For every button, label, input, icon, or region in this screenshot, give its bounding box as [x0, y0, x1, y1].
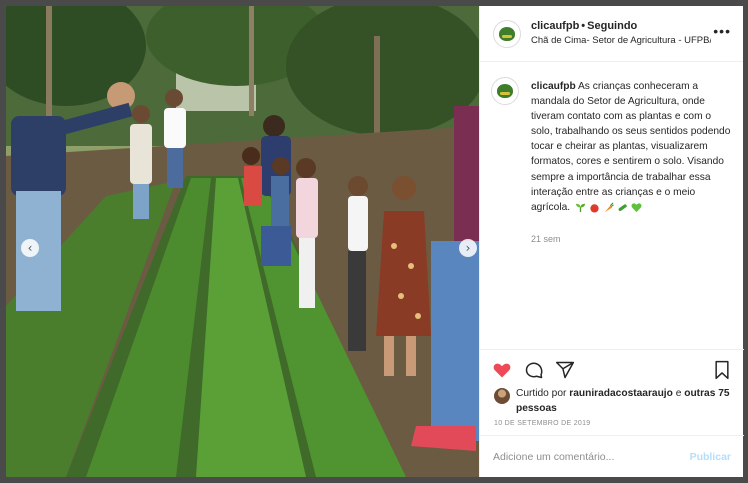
tomato-emoji	[590, 203, 599, 213]
post-panel: clicaufpb • Seguindo Chã de Cima- Setor de…	[479, 6, 744, 477]
caption-emojis	[575, 202, 642, 213]
post-date: 10 DE SETEMBRO DE 2019	[494, 420, 591, 427]
chevron-right-icon[interactable]: ›	[459, 239, 477, 257]
follow-status[interactable]: Seguindo	[587, 20, 637, 32]
more-dots-icon[interactable]: •••	[713, 24, 731, 38]
share-icon[interactable]	[555, 360, 575, 380]
liked-by-user[interactable]: raunirаdаcostааrаujo	[569, 388, 673, 399]
caption-username[interactable]: clicaufpb	[531, 81, 576, 92]
username-link[interactable]: clicaufpb	[531, 20, 579, 32]
post-photo[interactable]: ‹ ›	[6, 6, 479, 477]
header-username-row: clicaufpb • Seguindo	[531, 20, 638, 32]
carrot-emoji	[604, 202, 614, 212]
seedling-emoji	[575, 203, 586, 212]
garden-children-photo	[6, 6, 479, 477]
heart-icon[interactable]	[492, 360, 512, 380]
post-actions: Curtido por raunirаdаcostааrаujo e outra…	[480, 349, 744, 431]
post-header: clicaufpb • Seguindo Chã de Cima- Setor de…	[480, 6, 743, 62]
avatar[interactable]	[491, 77, 519, 105]
cucumber-emoji	[618, 203, 627, 211]
caption: clicaufpb As crianças conheceram a manda…	[531, 79, 731, 215]
likes-text: Curtido por raunirаdаcostааrаujo e outra…	[516, 387, 731, 416]
comment-input[interactable]	[493, 448, 673, 466]
chevron-left-icon[interactable]: ‹	[21, 239, 39, 257]
liked-by-prefix: Curtido por	[516, 388, 567, 399]
avatar[interactable]	[493, 20, 521, 48]
comment-bar: Publicar	[480, 435, 744, 477]
green-heart-emoji	[631, 202, 642, 212]
time-ago[interactable]: 21 sem	[531, 234, 561, 244]
comment-icon[interactable]	[524, 360, 544, 380]
publish-button[interactable]: Publicar	[690, 451, 731, 463]
avatar[interactable]	[494, 388, 510, 404]
bookmark-icon[interactable]	[712, 360, 732, 380]
caption-text: As crianças conheceram a mandala do Seto…	[531, 81, 731, 213]
liked-by-and: e	[675, 388, 682, 399]
location-link[interactable]: Chã de Cima- Setor de Agricultura - UFPB…	[531, 35, 711, 46]
caption-area: clicaufpb As crianças conheceram a manda…	[480, 63, 744, 349]
